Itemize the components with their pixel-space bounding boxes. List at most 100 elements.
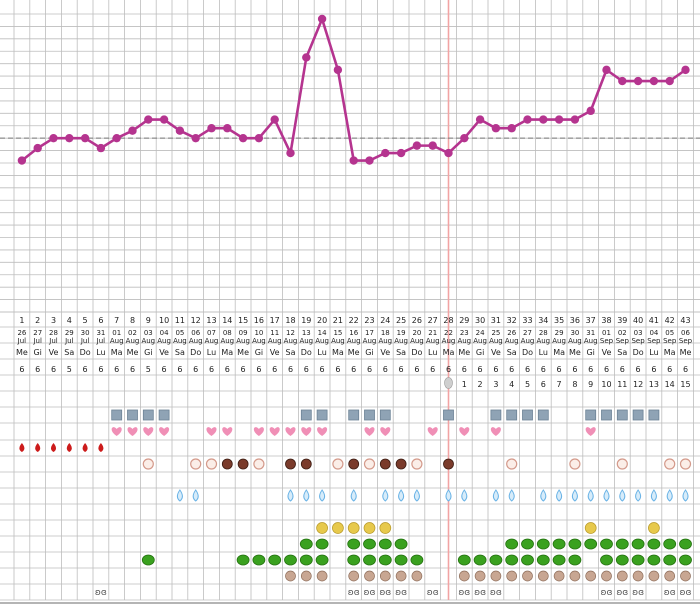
symptom-box-icon [158,409,170,421]
frog-icon [347,554,361,566]
face-icon [347,522,360,534]
temperature-point-day-38 [602,65,611,75]
date-month-label: Aug [410,337,424,345]
weekday-label: Do [633,348,644,357]
temperature-point-day-37 [586,106,595,116]
row-value-label: 6 [162,365,167,374]
date-month-label: Sep [631,337,645,345]
heart-icon [269,427,280,436]
row-value-label: 6 [509,365,514,374]
heart-icon [253,427,264,436]
weekday-label: Ve [491,348,501,357]
row-value-label: 6 [651,365,656,374]
weekday-label: Ve [159,348,169,357]
symptom-box-icon [537,409,549,421]
row-value-label: 6 [272,365,277,374]
cycle-day-label: 29 [459,316,469,325]
date-month-label: Aug [268,337,282,345]
cervix-icon [395,458,407,470]
row-value-label: 6 [335,365,340,374]
frog-icon [600,554,613,566]
dpo-label: 8 [572,380,577,389]
date-day-label: 30 [570,329,579,337]
water-drop-icon [508,489,515,502]
row-value-label: 6 [193,365,198,374]
round-symbol-icon [506,570,518,582]
date-day-label: 27 [33,329,42,337]
weekday-label: Lu [207,348,216,357]
date-day-label: 03 [144,329,153,337]
weekday-label: Sa [286,348,296,357]
cycle-day-label: 8 [130,316,135,325]
temperature-points [17,14,690,165]
cycle-day-label: 31 [491,316,501,325]
row-value-label: 6 [683,365,688,374]
bra-icon: ʚɞ [490,588,502,598]
date-month-label: Aug [568,337,582,345]
cervical-mucus-icon [190,458,202,470]
date-day-label: 11 [270,329,279,337]
cycle-day-label: 15 [238,316,248,325]
date-month-label: Jul [80,337,90,345]
cervical-mucus-icon [569,458,581,470]
frog-icon [457,554,471,566]
frog-icon [552,538,566,550]
temperature-point-day-17 [270,115,279,124]
face-icon [584,522,597,534]
temperature-point-day-4 [65,133,74,143]
temperature-point-day-19 [302,53,311,62]
temperature-point-day-33 [523,115,532,124]
temperature-point-day-3 [49,133,58,143]
date-month-label: Aug [236,337,250,345]
row-value-label: 6 [588,365,593,374]
symptom-box-icon [316,409,328,421]
row-value-label: 6 [98,365,103,374]
cycle-day-label: 39 [617,316,627,325]
date-month-label: Aug [205,337,219,345]
date-day-label: 12 [286,329,295,337]
cycle-day-label: 27 [428,316,438,325]
symptom-box-icon [348,409,360,421]
date-month-label: Aug [173,337,187,345]
weekday-label: Ma [553,348,565,357]
date-day-label: 05 [665,329,674,337]
date-day-label: 04 [649,329,658,337]
date-month-label: Aug [394,337,408,345]
bra-icon: ʚɞ [458,588,470,598]
row-value-label: 6 [351,365,356,374]
date-day-label: 06 [681,329,690,337]
frog-icon [268,554,282,566]
temperature-point-day-5 [80,133,90,143]
symptom-box-icon [490,409,502,421]
face-icon [332,522,344,534]
frog-icon [378,554,392,566]
weekday-label: Lu [317,348,326,357]
temperature-point-day-40 [633,76,643,86]
date-month-label: Aug [442,337,456,345]
frog-icon [568,538,582,550]
cervix-icon [348,458,360,470]
frog-icon [568,554,582,566]
date-month-label: Aug [426,337,440,345]
date-month-label: Aug [584,337,598,345]
face-icon [648,522,660,534]
cycle-day-label: 21 [333,316,343,325]
water-drop-icon [303,489,310,502]
temperature-point-day-24 [381,148,390,158]
heart-icon [317,427,328,436]
cycle-day-label: 26 [412,316,422,325]
frog-icon [489,554,503,566]
date-day-label: 02 [128,329,137,337]
frog-icon [284,554,297,566]
weekday-label: Ve [380,348,390,357]
symptom-box-icon [127,409,138,421]
round-symbol-icon [411,570,423,582]
date-day-label: 31 [96,329,105,337]
water-drop-icon [556,489,563,502]
temperature-point-day-29 [460,133,469,143]
water-drop-icon [650,489,657,502]
symptom-box-icon [522,409,533,421]
cycle-day-label: 37 [586,316,596,325]
date-day-label: 25 [491,329,500,337]
date-month-label: Sep [647,337,661,345]
